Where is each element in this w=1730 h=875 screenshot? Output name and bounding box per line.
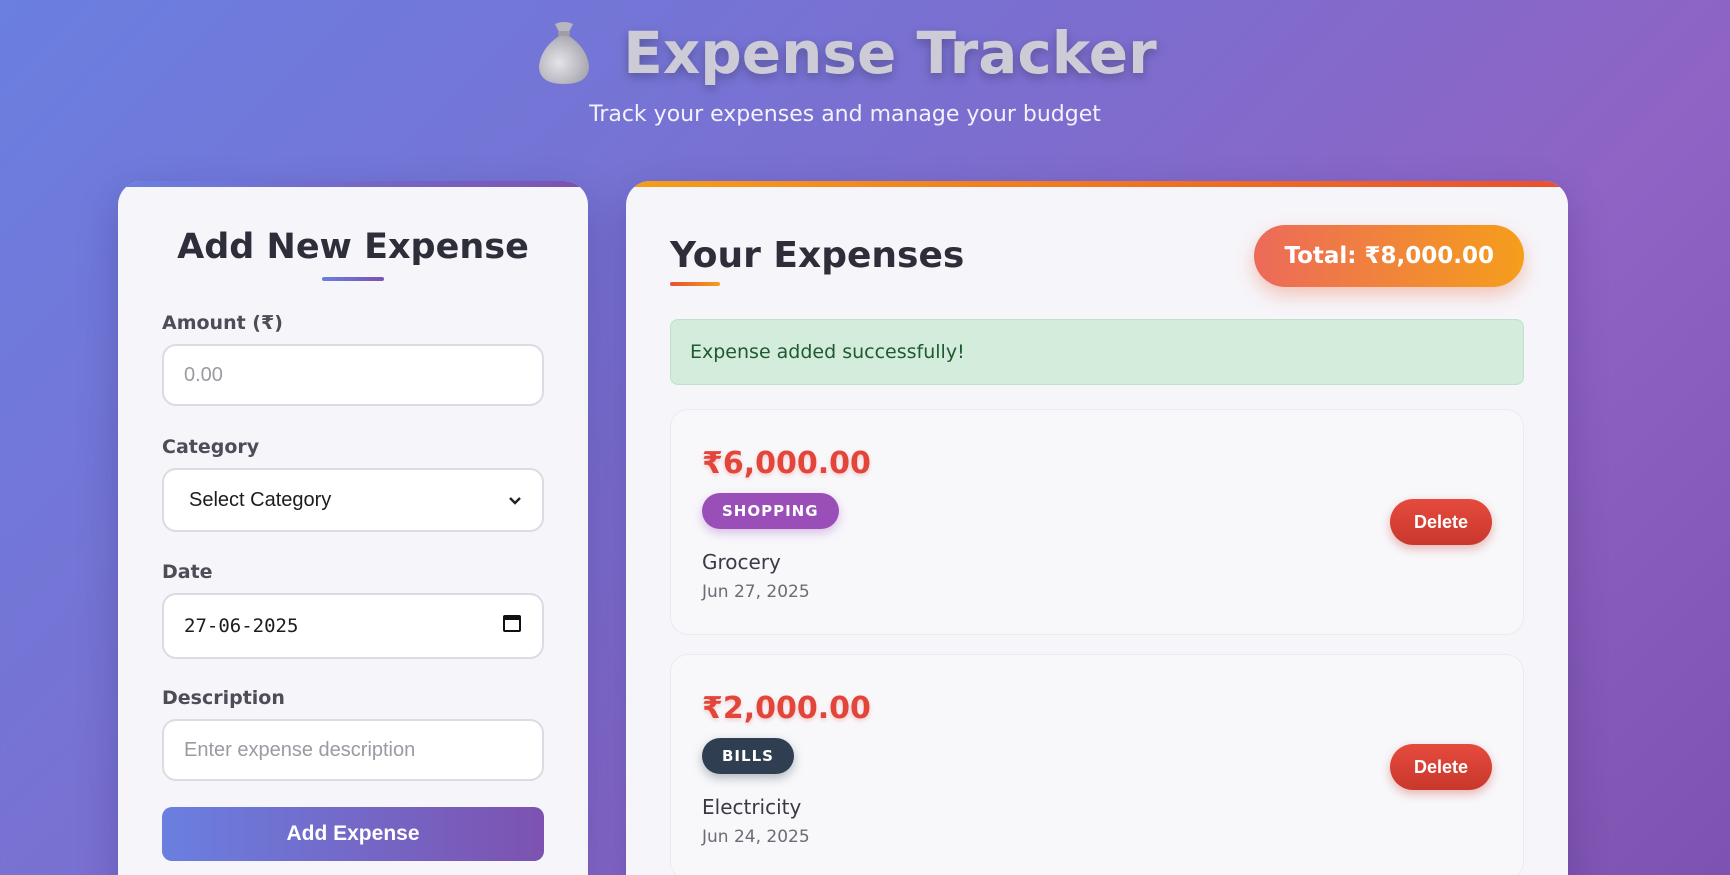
form-title: Add New Expense <box>177 227 529 267</box>
expenses-title-underline <box>670 282 720 286</box>
calendar-icon[interactable] <box>502 613 522 639</box>
form-title-underline <box>322 277 384 281</box>
category-selected-value: Select Category <box>189 488 332 511</box>
expense-date: Jun 24, 2025 <box>702 827 810 847</box>
description-input[interactable]: Enter expense description <box>162 719 544 781</box>
expenses-panel: Your Expenses Total: ₹8,000.00 Expense a… <box>626 181 1568 875</box>
total-badge: Total: ₹8,000.00 <box>1254 225 1524 287</box>
description-label: Description <box>162 687 285 709</box>
expense-date: Jun 27, 2025 <box>702 582 810 602</box>
date-input[interactable]: 27-06-2025 <box>162 593 544 659</box>
description-placeholder: Enter expense description <box>184 738 416 761</box>
amount-input[interactable]: 0.00 <box>162 344 544 406</box>
panel-accent-bar <box>626 181 1568 187</box>
category-label: Category <box>162 436 260 458</box>
date-field-group: Date 27-06-2025 <box>162 561 544 659</box>
category-field-group: Category Select Category <box>162 436 544 532</box>
app-header: Expense Tracker Track your expenses and … <box>0 0 1690 127</box>
category-badge: BILLS <box>702 738 794 774</box>
expense-amount: ₹6,000.00 <box>702 446 871 481</box>
app-subtitle: Track your expenses and manage your budg… <box>589 102 1101 127</box>
expense-card: ₹6,000.00 SHOPPING Grocery Jun 27, 2025 … <box>670 409 1524 635</box>
success-alert: Expense added successfully! <box>670 319 1524 385</box>
delete-button[interactable]: Delete <box>1390 744 1492 790</box>
description-field-group: Description Enter expense description <box>162 687 544 781</box>
chevron-down-icon <box>508 490 522 511</box>
expense-amount: ₹2,000.00 <box>702 691 871 726</box>
amount-placeholder: 0.00 <box>184 363 223 386</box>
amount-field-group: Amount (₹) 0.00 <box>162 312 544 406</box>
category-select[interactable]: Select Category <box>162 468 544 532</box>
category-badge: SHOPPING <box>702 493 839 529</box>
money-bag-icon <box>533 18 595 88</box>
app-title: Expense Tracker <box>623 19 1157 87</box>
expense-description: Grocery <box>702 550 781 574</box>
expense-description: Electricity <box>702 795 802 819</box>
add-expense-panel: Add New Expense Amount (₹) 0.00 Category… <box>118 181 588 875</box>
panel-accent-bar <box>118 181 588 187</box>
delete-button[interactable]: Delete <box>1390 499 1492 545</box>
amount-label: Amount (₹) <box>162 312 283 334</box>
expense-card: ₹2,000.00 BILLS Electricity Jun 24, 2025… <box>670 654 1524 875</box>
date-value: 27-06-2025 <box>184 615 299 637</box>
expenses-title: Your Expenses <box>670 235 965 276</box>
title-row: Expense Tracker <box>0 14 1690 92</box>
add-expense-button[interactable]: Add Expense <box>162 807 544 861</box>
date-label: Date <box>162 561 213 583</box>
